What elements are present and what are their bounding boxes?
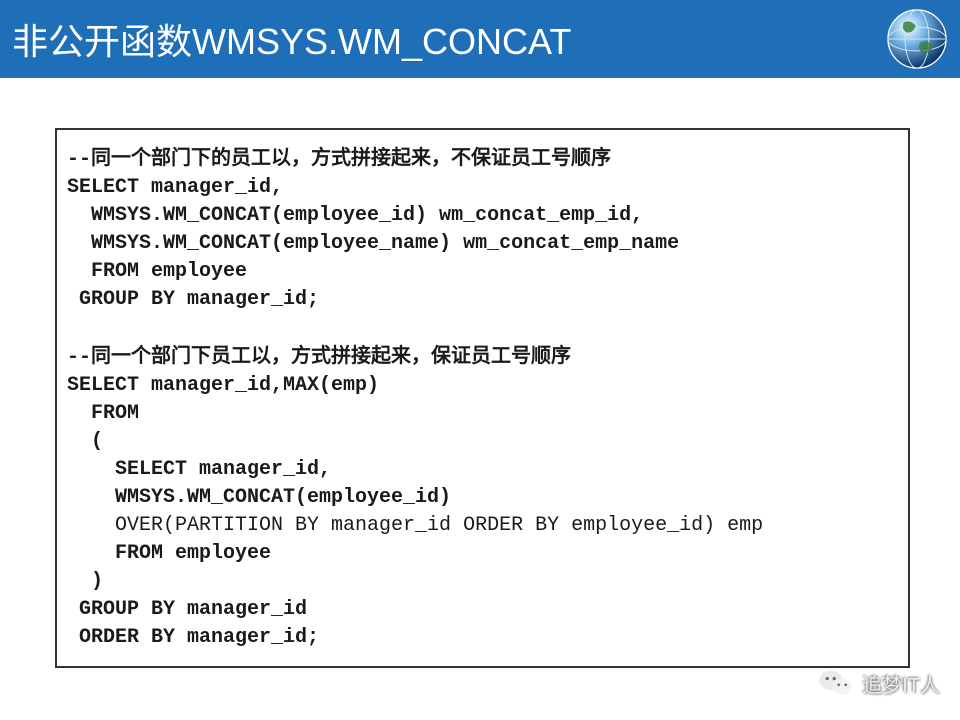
code-line: GROUP BY manager_id; — [67, 286, 890, 314]
code-line: ORDER BY manager_id; — [67, 624, 890, 652]
code-line: WMSYS.WM_CONCAT(employee_id) wm_concat_e… — [67, 202, 890, 230]
code-line: OVER(PARTITION BY manager_id ORDER BY em… — [67, 512, 890, 540]
code-line: SELECT manager_id, — [67, 174, 890, 202]
watermark-text: 追梦IT人 — [862, 669, 940, 698]
code-line: SELECT manager_id,MAX(emp) — [67, 372, 890, 400]
code-block: --同一个部门下的员工以，方式拼接起来，不保证员工号顺序 SELECT mana… — [55, 128, 910, 668]
blank-line — [67, 314, 890, 342]
slide-title: 非公开函数WMSYS.WM_CONCAT — [12, 13, 571, 65]
code-line: FROM employee — [67, 540, 890, 568]
code-line: WMSYS.WM_CONCAT(employee_id) — [67, 484, 890, 512]
watermark: 追梦IT人 — [818, 668, 940, 698]
code-line: FROM — [67, 400, 890, 428]
code-line: ( — [67, 428, 890, 456]
code-line: SELECT manager_id, — [67, 456, 890, 484]
code-comment-2: --同一个部门下员工以，方式拼接起来，保证员工号顺序 — [67, 342, 890, 372]
code-comment-1: --同一个部门下的员工以，方式拼接起来，不保证员工号顺序 — [67, 144, 890, 174]
code-line: GROUP BY manager_id — [67, 596, 890, 624]
wechat-icon — [818, 668, 854, 698]
code-line: FROM employee — [67, 258, 890, 286]
slide-header: 非公开函数WMSYS.WM_CONCAT — [0, 0, 960, 78]
code-line: WMSYS.WM_CONCAT(employee_name) wm_concat… — [67, 230, 890, 258]
globe-icon — [884, 6, 950, 72]
code-line: ) — [67, 568, 890, 596]
